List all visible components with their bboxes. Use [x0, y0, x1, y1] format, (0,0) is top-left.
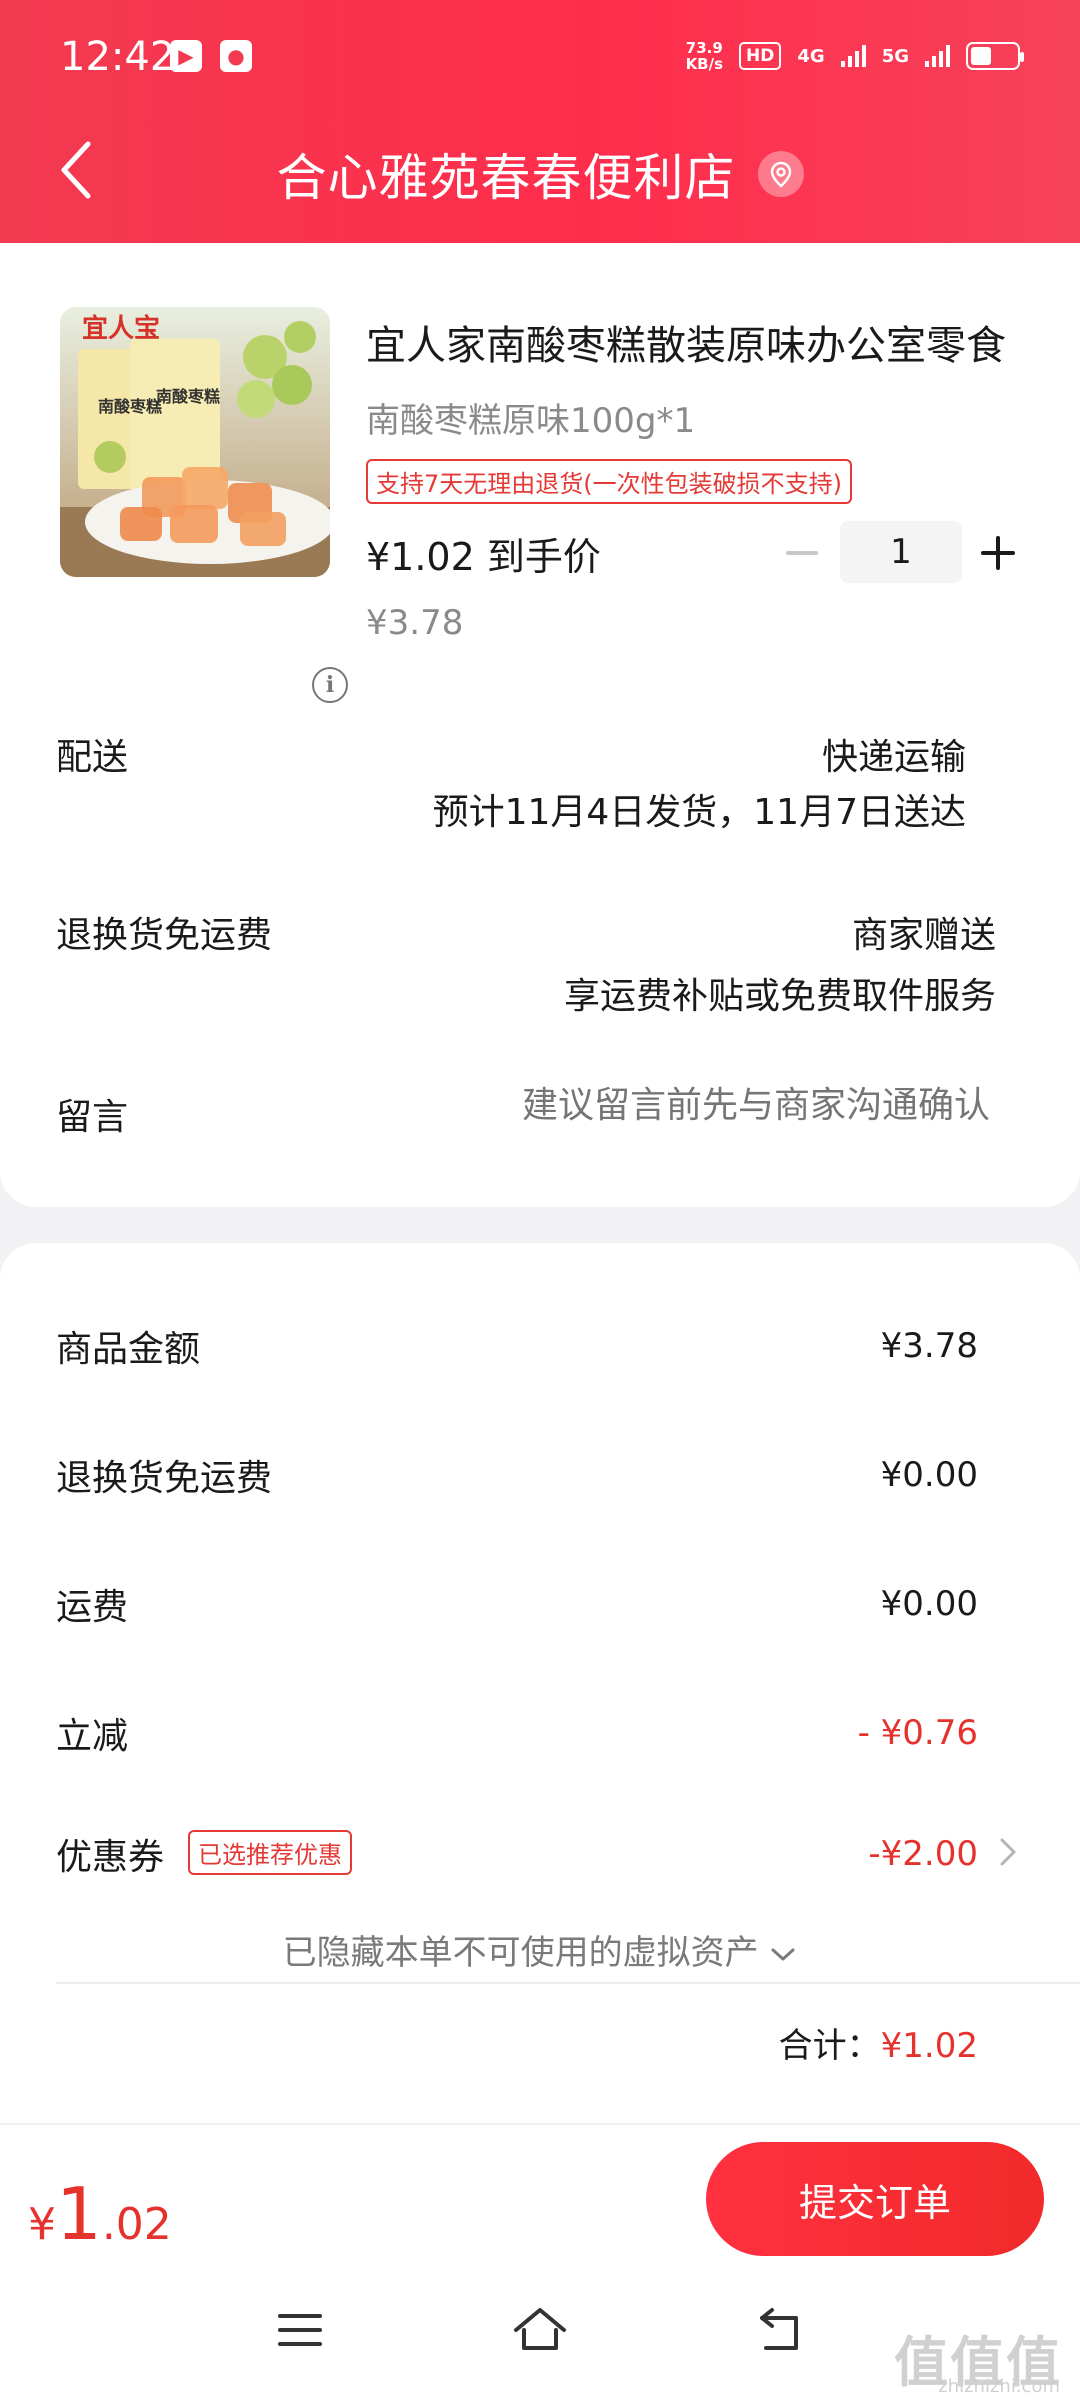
store-title: 合心雅苑春春便利店	[0, 138, 1080, 210]
summary-value-discount: - ¥0.76	[857, 1713, 978, 1753]
summary-label-discount: 立减	[56, 1716, 129, 1757]
menu-icon	[278, 2314, 322, 2346]
coupon-value[interactable]: -¥2.00	[868, 1834, 978, 1874]
summary-label-goods: 商品金额	[56, 1329, 201, 1370]
minus-icon	[786, 551, 818, 555]
watermark-url: zhizhizhi.com	[938, 2376, 1060, 2397]
summary-value-goods: ¥3.78	[880, 1326, 978, 1366]
summary-label-shipping: 运费	[56, 1587, 129, 1628]
chevron-right-icon[interactable]	[996, 1832, 1020, 1872]
hd-icon: HD	[739, 42, 782, 70]
svg-text:南酸枣糕: 南酸枣糕	[98, 397, 162, 416]
summary-label-return-shipping: 退换货免运费	[56, 1458, 273, 1499]
nav-home-button[interactable]	[510, 2300, 570, 2360]
return-shipping-label: 退换货免运费	[56, 915, 273, 956]
info-icon[interactable]: i	[312, 667, 348, 703]
video-app-icon: ▶	[170, 40, 202, 72]
status-time: 12:42	[60, 34, 176, 80]
quantity-input[interactable]: 1	[840, 521, 962, 583]
plus-icon	[981, 536, 1015, 570]
delivery-label: 配送	[56, 737, 129, 778]
notification-app-icon: ●	[220, 40, 252, 72]
order-info-card: 宜人宝 南酸枣糕 南酸枣糕 宜人家南酸枣糕散装原味办公室零食 南酸枣糕原味100…	[0, 243, 1080, 1207]
home-icon	[514, 2308, 566, 2350]
store-name[interactable]: 合心雅苑春春便利店	[277, 138, 736, 210]
product-image[interactable]: 宜人宝 南酸枣糕 南酸枣糕	[60, 307, 330, 577]
status-bar: 12:42 ▶ ● 73.9 KB/s HD 4G 5G	[0, 0, 1080, 120]
delivery-method[interactable]: 快递运输	[822, 728, 966, 780]
signal-icon	[840, 45, 866, 67]
chevron-down-icon	[771, 1948, 795, 1960]
delivery-estimate: 预计11月4日发货，11月7日送达	[432, 792, 966, 833]
return-shipping-value: 商家赠送	[851, 915, 996, 956]
status-app-icons: ▶ ●	[170, 40, 252, 72]
nav-back-button[interactable]	[752, 2300, 812, 2360]
hidden-assets-toggle[interactable]: 已隐藏本单不可使用的虚拟资产	[0, 1925, 1080, 1974]
network-speed: 73.9 KB/s	[685, 39, 724, 73]
battery-icon	[966, 42, 1024, 70]
final-price: ¥1.02 到手价	[366, 535, 601, 579]
quantity-decrease-button[interactable]	[778, 523, 826, 583]
coupon-tag: 已选推荐优惠	[188, 1830, 352, 1875]
return-shipping-detail: 享运费补贴或免费取件服务	[563, 976, 996, 1017]
coupon-label[interactable]: 优惠券	[56, 1828, 164, 1880]
back-return-icon	[760, 2308, 798, 2350]
message-input[interactable]	[420, 1085, 990, 1126]
header: 12:42 ▶ ● 73.9 KB/s HD 4G 5G 合心雅苑春春便利店	[0, 0, 1080, 243]
submit-order-button[interactable]: 提交订单	[706, 2142, 1044, 2256]
price-summary-card	[0, 1243, 1080, 2123]
hidden-assets-text: 已隐藏本单不可使用的虚拟资产	[282, 1933, 759, 1973]
message-label: 留言	[56, 1097, 129, 1138]
sim1-network-label: 4G	[797, 45, 825, 67]
location-pin-icon[interactable]	[757, 151, 804, 197]
nav-menu-button[interactable]	[270, 2300, 330, 2360]
summary-value-shipping: ¥0.00	[880, 1584, 978, 1624]
quantity-increase-button[interactable]	[970, 523, 1026, 583]
total-value: ¥1.02	[880, 2026, 978, 2066]
signal-icon	[925, 45, 950, 67]
bottom-total-price: ¥1.02	[28, 2172, 172, 2256]
svg-text:南酸枣糕: 南酸枣糕	[156, 387, 220, 406]
status-indicators: 73.9 KB/s HD 4G 5G	[685, 39, 1024, 73]
total-row: 合计：¥1.02	[779, 2018, 978, 2067]
svg-text:宜人宝: 宜人宝	[82, 313, 160, 344]
original-price: ¥3.78	[366, 603, 464, 643]
product-spec[interactable]: 南酸枣糕原味100g*1	[366, 393, 695, 442]
summary-value-return-shipping: ¥0.00	[880, 1455, 978, 1495]
sim2-network-label: 5G	[881, 45, 909, 67]
product-title[interactable]: 宜人家南酸枣糕散装原味办公室零食	[366, 313, 1006, 371]
return-policy-tag: 支持7天无理由退货(一次性包装破损不支持)	[366, 459, 852, 504]
divider	[56, 1982, 1080, 1984]
total-label: 合计：	[778, 2026, 881, 2066]
